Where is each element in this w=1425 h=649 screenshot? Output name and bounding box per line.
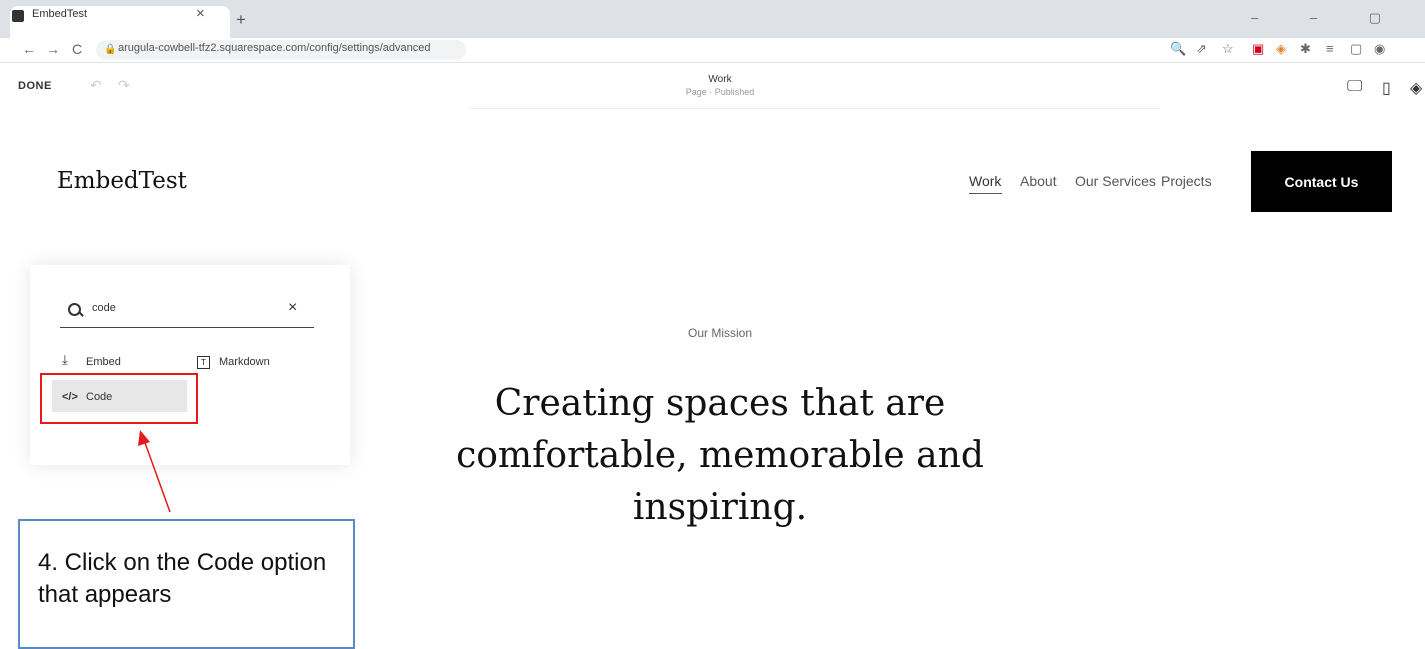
reload-icon[interactable]: C — [72, 41, 82, 57]
style-icon[interactable]: ◈ — [1410, 78, 1422, 98]
nav-projects[interactable]: Projects — [1161, 173, 1212, 189]
url-text[interactable]: arugula-cowbell-tfz2.squarespace.com/con… — [118, 42, 448, 54]
desktop-view-icon[interactable]: 🖵 — [1347, 78, 1362, 96]
back-icon[interactable]: ← — [22, 41, 36, 57]
contact-us-button[interactable]: Contact Us — [1251, 151, 1392, 212]
profile-avatar-icon[interactable]: ◉ — [1374, 41, 1385, 57]
nav-work[interactable]: Work — [969, 173, 1001, 189]
new-tab-button[interactable]: + — [236, 10, 246, 30]
annotation-arrow — [138, 430, 171, 513]
mobile-view-icon[interactable]: ▯ — [1382, 78, 1391, 98]
instruction-text: 4. Click on the Code option that appears — [38, 549, 327, 608]
sidepanel-icon[interactable]: ▢ — [1350, 41, 1362, 57]
lock-icon: 🔒 — [104, 44, 117, 55]
bookmark-star-icon[interactable]: ☆ — [1222, 41, 1234, 57]
reading-list-icon[interactable]: ≡ — [1326, 41, 1334, 56]
page-name: Work — [708, 74, 732, 85]
favicon-icon — [12, 10, 24, 22]
share-icon[interactable]: ⇗ — [1196, 41, 1207, 57]
mission-heading: Creating spaces that are comfortable, me… — [456, 383, 984, 528]
nav-about[interactable]: About — [1020, 173, 1057, 189]
tab-title: EmbedTest — [32, 8, 88, 20]
block-search-input[interactable]: code — [92, 302, 272, 314]
page-status: Page · Published — [685, 87, 755, 97]
markdown-option[interactable]: Markdown — [219, 356, 270, 368]
nav-active-indicator — [969, 193, 1002, 194]
clear-search-icon[interactable]: × — [288, 299, 297, 317]
markdown-icon: T — [197, 356, 210, 369]
puzzle-icon[interactable]: ✱ — [1300, 41, 1311, 57]
embed-option[interactable]: Embed — [86, 356, 121, 368]
forward-icon[interactable]: → — [46, 41, 60, 57]
window-controls[interactable]: ‒ ‒ ▢ — [1251, 10, 1405, 26]
zoom-icon[interactable]: 🔍 — [1170, 41, 1186, 57]
site-title[interactable]: EmbedTest — [57, 168, 187, 194]
extension-color-icon[interactable]: ◈ — [1276, 41, 1286, 57]
divider — [470, 108, 1160, 109]
block-picker-panel — [30, 265, 350, 465]
section-eyebrow: Our Mission — [687, 326, 752, 340]
nav-our-services[interactable]: Our Services — [1075, 173, 1156, 189]
extension-icon[interactable]: ▣ — [1252, 41, 1264, 57]
download-icon: ⤓ — [62, 352, 68, 367]
annotation-highlight-box — [40, 373, 198, 424]
editor-toolbar — [0, 63, 1425, 109]
close-tab-icon[interactable]: × — [196, 5, 205, 22]
